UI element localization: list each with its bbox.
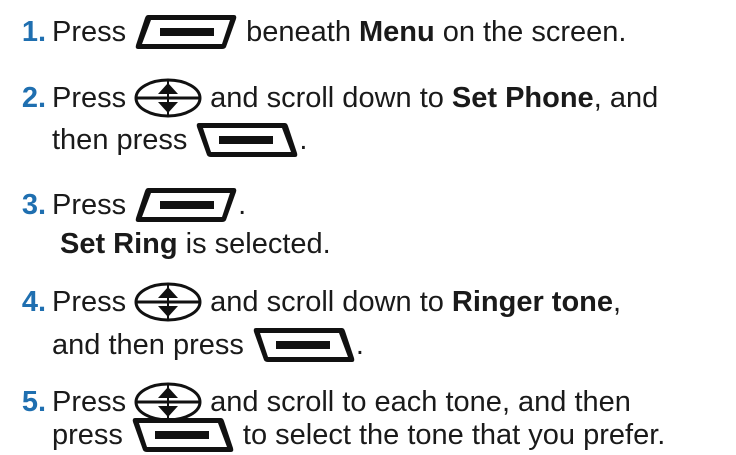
step-2-continued: then press . bbox=[52, 120, 307, 160]
right-softkey-icon bbox=[252, 326, 356, 364]
navigation-key-icon bbox=[134, 281, 202, 323]
right-softkey-icon bbox=[195, 121, 299, 159]
right-softkey-icon bbox=[131, 416, 235, 454]
step-text: is selected. bbox=[185, 227, 331, 260]
step-2: 2. Press and scroll down to Set Phone , … bbox=[0, 78, 718, 118]
step-text: press bbox=[52, 418, 123, 451]
step-text: , bbox=[613, 285, 622, 318]
step-1: 1. Press beneath Menu on the screen. bbox=[0, 12, 700, 52]
set-ring-label: Set Ring bbox=[60, 227, 178, 260]
menu-label: Menu bbox=[358, 15, 435, 48]
step-4-continued: and then press . bbox=[52, 325, 364, 365]
step-text: Press bbox=[52, 81, 127, 114]
step-text: Press bbox=[52, 385, 127, 418]
step-number: 1. bbox=[21, 15, 46, 48]
step-number: 5. bbox=[21, 385, 46, 418]
step-text: Press bbox=[52, 15, 127, 48]
step-3: 3. Press . bbox=[0, 185, 246, 225]
left-softkey-icon bbox=[134, 13, 238, 51]
step-number: 2. bbox=[21, 81, 46, 114]
step-text: Press bbox=[52, 188, 127, 221]
step-text: and then press bbox=[52, 328, 244, 361]
navigation-key-icon bbox=[134, 77, 202, 119]
step-text: then press bbox=[52, 123, 188, 156]
step-text: and scroll down to bbox=[210, 81, 444, 114]
step-text: . bbox=[238, 188, 247, 221]
ringer-tone-label: Ringer tone bbox=[451, 285, 614, 318]
step-number: 3. bbox=[21, 188, 46, 221]
step-number: 4. bbox=[21, 285, 46, 318]
step-text: , and bbox=[593, 81, 659, 114]
step-text: Press bbox=[52, 285, 127, 318]
step-text: beneath bbox=[246, 15, 351, 48]
left-softkey-icon bbox=[134, 186, 238, 224]
step-text: to select the tone that you prefer. bbox=[242, 418, 666, 451]
step-text: . bbox=[355, 328, 364, 361]
step-3-continued: Set Ring is selected. bbox=[60, 224, 331, 264]
step-4: 4. Press and scroll down to Ringer tone … bbox=[0, 282, 718, 322]
step-text: on the screen. bbox=[442, 15, 627, 48]
step-text: . bbox=[299, 123, 308, 156]
step-text: and scroll down to bbox=[210, 285, 444, 318]
set-phone-label: Set Phone bbox=[451, 81, 594, 114]
step-text: and scroll to each tone, and then bbox=[210, 385, 631, 418]
step-5-continued: press to select the tone that you prefer… bbox=[52, 415, 665, 455]
